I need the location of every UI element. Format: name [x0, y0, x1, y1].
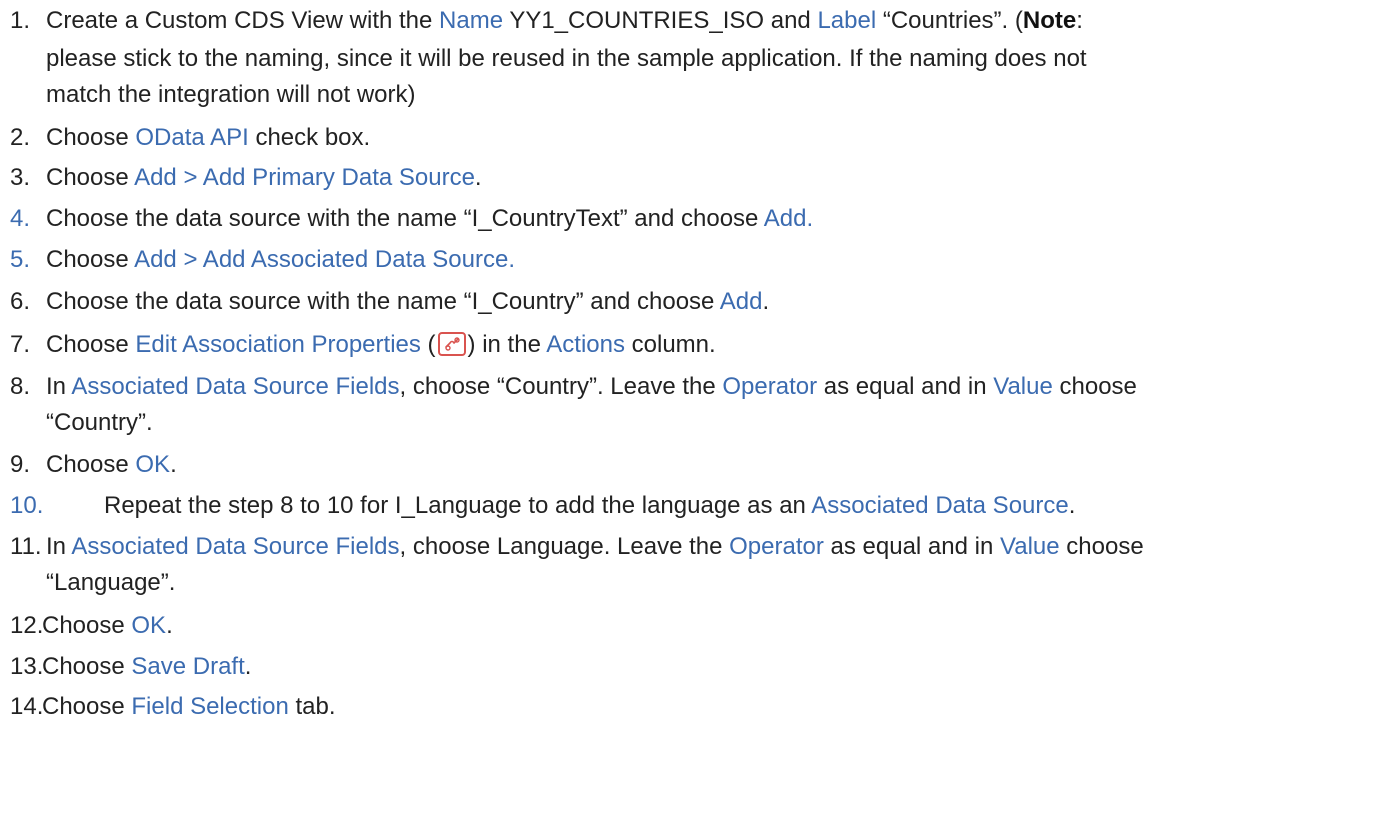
step-text-line: Choose Save Draft.	[42, 653, 251, 681]
step-text: please stick to the naming, since it wil…	[46, 45, 1087, 72]
ui-term-reference: Label	[817, 7, 877, 34]
step-text: column.	[624, 331, 716, 358]
step-text: .	[474, 164, 482, 191]
step-text: , choose “Country”. Leave the	[399, 373, 723, 400]
step-text: .	[170, 451, 177, 478]
step-text-line: “Country”.	[46, 409, 153, 437]
step-number: 12.	[10, 612, 44, 639]
step-text: ) in the	[467, 331, 547, 358]
step-number: 2.	[10, 124, 31, 151]
step-number: 11.	[10, 533, 42, 560]
step-text: Choose	[46, 331, 136, 358]
step-text: .	[762, 288, 770, 315]
step-text-line: Choose Field Selection tab.	[42, 693, 336, 721]
step-number: 6.	[10, 288, 31, 315]
step-text-line: Choose OK.	[46, 451, 177, 479]
ui-term-reference: OK	[131, 612, 167, 639]
step-text: match the integration will not work)	[46, 81, 416, 108]
ui-term-reference: Name	[439, 7, 504, 34]
ui-term-reference: Save Draft	[131, 653, 245, 680]
instructions-document: 1. Create a Custom CDS View with the Name…	[0, 0, 1382, 818]
step-text: Choose	[46, 246, 135, 273]
ui-term-reference: Add	[719, 288, 763, 315]
step-text-line: Repeat the step 8 to 10 for I_Language t…	[104, 492, 1075, 520]
step-text: (	[420, 331, 436, 358]
step-text: Choose	[46, 164, 135, 191]
step-number: 3.	[10, 164, 31, 191]
step-text: , choose Language. Leave the	[399, 533, 730, 560]
step-number: 8.	[10, 373, 31, 400]
step-text: .	[166, 612, 173, 639]
step-text: Choose	[46, 124, 136, 151]
step-text: tab.	[288, 693, 336, 720]
step-text: check box.	[248, 124, 371, 151]
step-text: Repeat the step 8 to 10 for I_Language t…	[104, 492, 812, 519]
ui-term-reference: Operator	[729, 533, 824, 560]
step-number: 1.	[10, 7, 31, 34]
step-text: as equal and in	[817, 373, 994, 400]
step-text: In	[46, 373, 72, 400]
step-text: .	[1068, 492, 1076, 519]
step-text-line: Choose the data source with the name “I_…	[46, 288, 769, 316]
ui-term-reference: OData API	[135, 124, 249, 151]
step-text-line: “Language”.	[46, 569, 175, 597]
step-text-line: Create a Custom CDS View with the Name Y…	[46, 7, 1083, 35]
edit-association-icon	[437, 332, 466, 356]
note-label: Note	[1022, 7, 1077, 34]
ui-term-reference: Associated Data Source Fields	[71, 533, 400, 560]
step-text: Choose	[42, 693, 132, 720]
step-text: Choose	[42, 653, 132, 680]
step-number: 14.	[10, 693, 44, 720]
step-text-line: Choose the data source with the name “I_…	[46, 205, 813, 233]
step-text: “Country”.	[46, 409, 153, 436]
step-text: Choose	[46, 451, 136, 478]
ui-term-reference: Operator	[722, 373, 818, 400]
step-text: :	[1076, 7, 1083, 34]
step-text: choose	[1052, 373, 1137, 400]
ui-term-reference: Add.	[763, 205, 814, 232]
step-text-line: please stick to the naming, since it wil…	[46, 45, 1087, 73]
step-text: Choose the data source with the name “I_…	[46, 288, 720, 315]
step-text-line: Choose OK.	[42, 612, 173, 640]
step-text: Choose	[42, 612, 132, 639]
step-text-line: In Associated Data Source Fields, choose…	[46, 373, 1137, 401]
step-number: 13.	[10, 653, 44, 680]
ui-term-reference: Field Selection	[131, 693, 289, 720]
step-text-line: In Associated Data Source Fields, choose…	[46, 533, 1144, 561]
step-number: 9.	[10, 451, 31, 478]
step-text: as equal and in	[823, 533, 1000, 560]
step-number: 5.	[10, 246, 31, 273]
ui-term-reference: OK	[135, 451, 171, 478]
step-text: YY1_COUNTRIES_ISO and	[503, 7, 818, 34]
ui-term-reference: Associated Data Source	[811, 492, 1069, 519]
step-text: “Countries”. (	[876, 7, 1023, 34]
step-text: “Language”.	[46, 569, 176, 596]
step-text: Create a Custom CDS View with the	[46, 7, 440, 34]
step-text-line: Choose Edit Association Properties ( ) in…	[46, 331, 716, 359]
ui-term-reference: Edit Association Properties	[135, 331, 421, 358]
step-text: Choose the data source with the name “I_…	[46, 205, 764, 232]
step-text: .	[244, 653, 252, 680]
ui-term-reference: Associated Data Source Fields	[71, 373, 400, 400]
ui-term-reference: Add > Add Associated Data Source.	[134, 246, 515, 273]
ui-term-reference: Actions	[546, 331, 625, 358]
step-text-line: match the integration will not work)	[46, 81, 416, 109]
step-text: In	[46, 533, 72, 560]
step-text: choose	[1059, 533, 1144, 560]
ui-term-reference: Value	[993, 373, 1053, 400]
step-text-line: Choose Add > Add Primary Data Source.	[46, 164, 482, 192]
step-number: 4.	[10, 205, 31, 232]
ui-term-reference: Value	[1000, 533, 1060, 560]
step-text-line: Choose Add > Add Associated Data Source.	[46, 246, 515, 274]
step-text-line: Choose OData API check box.	[46, 124, 370, 152]
step-number: 10.	[10, 492, 44, 519]
step-number: 7.	[10, 331, 31, 358]
ui-term-reference: Add > Add Primary Data Source	[134, 164, 475, 191]
